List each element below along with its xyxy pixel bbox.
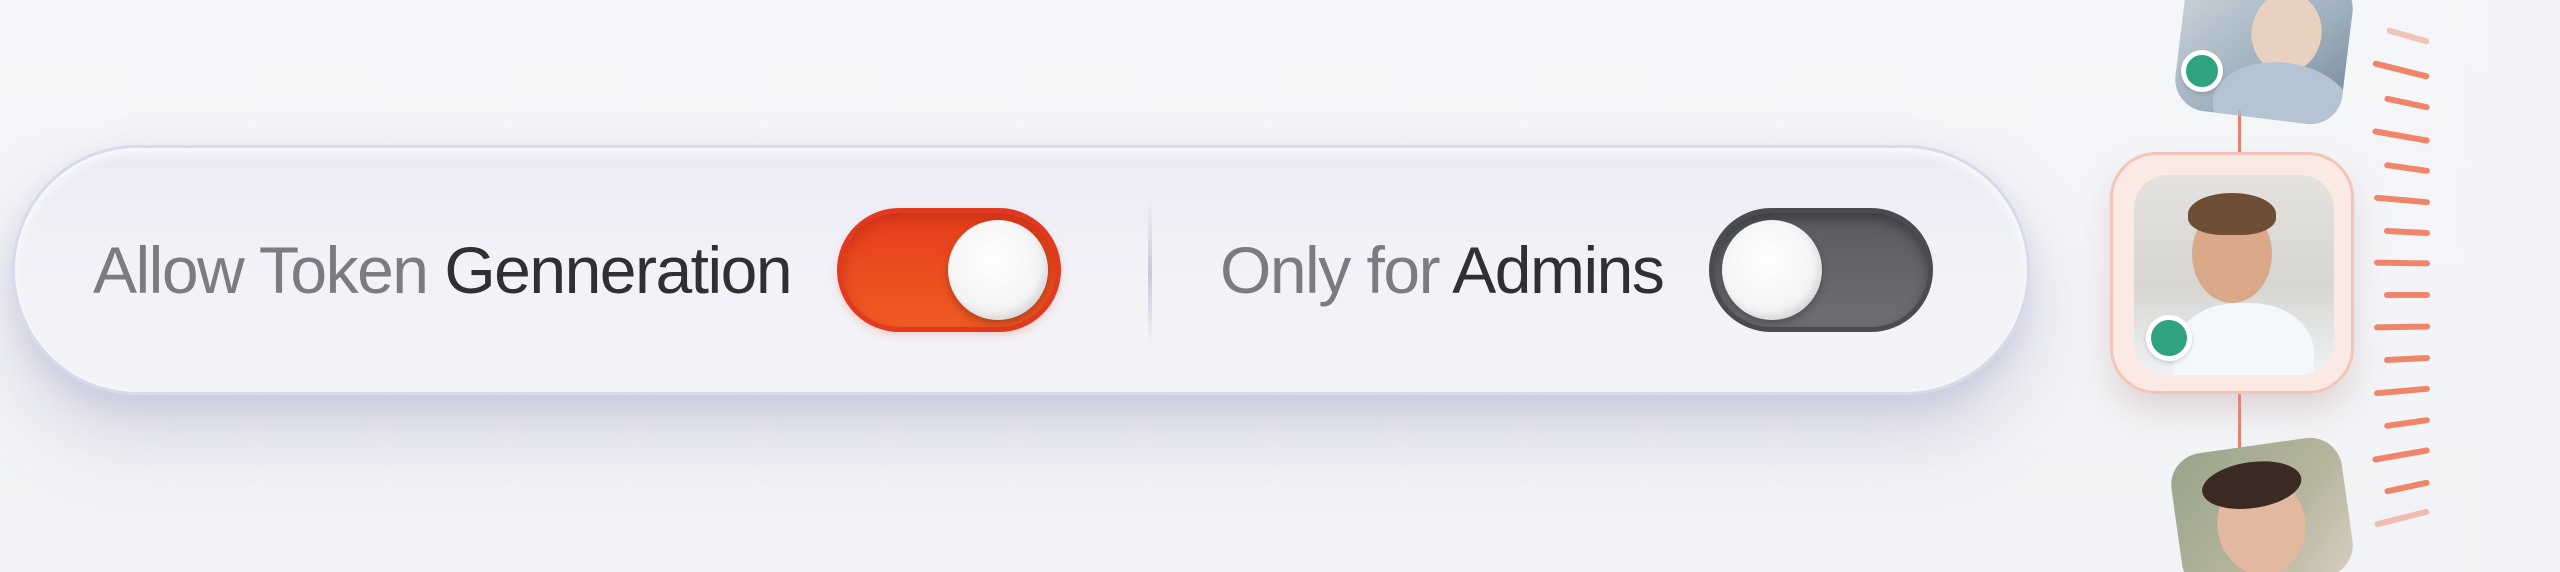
ruler-tick bbox=[2383, 416, 2431, 430]
ruler-tick bbox=[2374, 508, 2430, 528]
setting-label-part1: Allow Token bbox=[93, 233, 445, 307]
setting-label: Allow Token Genneration bbox=[93, 232, 793, 308]
ruler-tick bbox=[2383, 227, 2431, 237]
settings-panel: Allow Token Genneration Only for Admins bbox=[12, 145, 2030, 395]
setting-only-for-admins: Only for Admins bbox=[1220, 148, 1934, 392]
setting-label-part1: Only for bbox=[1220, 233, 1453, 307]
person-photo bbox=[2174, 303, 2314, 375]
ruler-tick bbox=[2371, 128, 2431, 144]
setting-label: Only for Admins bbox=[1220, 232, 1665, 308]
timeline-connector bbox=[2238, 110, 2241, 155]
only-for-admins-toggle[interactable] bbox=[1709, 208, 1934, 332]
toggle-knob bbox=[1722, 220, 1823, 320]
ruler-tick bbox=[2371, 447, 2431, 463]
timeline-ruler bbox=[2360, 15, 2440, 555]
ruler-tick bbox=[2373, 385, 2431, 397]
person-photo bbox=[2207, 54, 2357, 128]
online-status-dot bbox=[2146, 315, 2192, 361]
ruler-tick bbox=[2372, 60, 2430, 80]
user-avatar-bottom[interactable] bbox=[2167, 433, 2357, 572]
allow-token-generation-toggle[interactable] bbox=[837, 208, 1062, 332]
timeline-connector bbox=[2238, 392, 2241, 454]
setting-label-part2: Genneration bbox=[444, 233, 792, 307]
ruler-tick bbox=[2373, 259, 2431, 267]
ruler-tick bbox=[2383, 479, 2431, 495]
ruler-tick bbox=[2384, 292, 2430, 298]
ruler-tick bbox=[2383, 95, 2431, 111]
online-status-dot bbox=[2181, 50, 2223, 92]
edge-fade bbox=[2430, 0, 2560, 572]
ruler-tick bbox=[2383, 161, 2431, 175]
setting-label-part2: Admins bbox=[1452, 233, 1665, 307]
ruler-tick bbox=[2373, 194, 2431, 206]
stage: Allow Token Genneration Only for Admins bbox=[0, 0, 2560, 572]
toggle-knob bbox=[948, 220, 1049, 320]
ruler-tick bbox=[2386, 27, 2430, 45]
setting-allow-token-generation: Allow Token Genneration bbox=[93, 148, 1062, 392]
ruler-tick bbox=[2383, 354, 2431, 364]
ruler-tick bbox=[2373, 323, 2431, 331]
person-photo bbox=[2188, 193, 2276, 235]
divider bbox=[1148, 198, 1152, 348]
